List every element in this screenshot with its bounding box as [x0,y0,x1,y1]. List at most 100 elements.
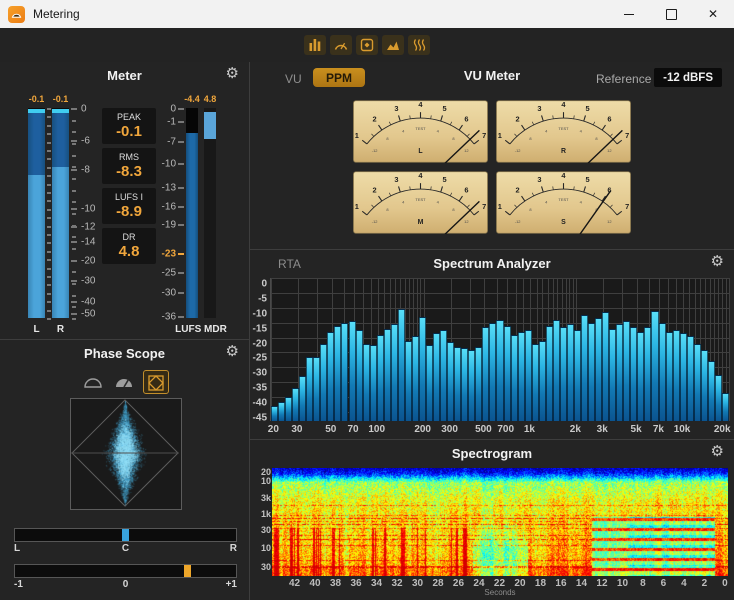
phase-mode-arc-meter[interactable] [81,371,105,393]
lufs-tick-label: -25 [152,267,176,278]
spectrum-bar [567,324,574,421]
spectrum-bar [644,327,651,421]
svg-text:3: 3 [537,104,541,113]
lufs-tick-label: -7 [152,137,176,148]
spectrum-bar [574,330,581,421]
scale-minor-tick [72,201,76,203]
lufs-tick-label: 0 [152,104,176,115]
spectrum-x-tick: 100 [368,424,385,435]
spectrum-x-tick: 500 [475,424,492,435]
toolbar-button-spectrogram[interactable] [408,35,430,55]
spectrum-settings-gear-icon[interactable]: ⚙ [711,254,724,269]
spectrum-bar [285,397,292,421]
spectrum-bar [581,315,588,421]
scale-minor-tick [47,284,51,286]
spectrogram-y-tick: 3k [261,493,271,503]
correlation-label-pos: +1 [226,579,237,590]
spectrogram-settings-gear-icon[interactable]: ⚙ [711,444,724,459]
mdr-fill [204,112,216,139]
spectrum-bar [384,329,391,421]
spectrum-bar [334,326,341,421]
grid-line-v [271,278,272,421]
minimize-button[interactable] [608,0,650,28]
phase-scope-settings-gear-icon[interactable]: ⚙ [226,344,239,359]
toolbar-button-level-meters[interactable] [304,35,326,55]
scale-tick-label: -40 [81,297,95,308]
readout-lufs-i: LUFS I-8.9 [102,188,156,224]
close-icon: ✕ [708,7,718,21]
toolbar-button-vu-meter[interactable] [330,35,352,55]
svg-text:M: M [418,219,424,226]
svg-text:5: 5 [585,175,589,184]
vu-meter-icon [333,37,349,53]
spectrum-bar [320,344,327,421]
grid-line-v [729,278,730,421]
spectrogram-plot [272,468,728,576]
correlation-slider[interactable] [14,564,237,578]
spectrum-x-tick: 300 [441,424,458,435]
spectrum-bar [292,388,299,421]
scale-minor-tick [47,242,51,244]
spectrum-bar [377,335,384,421]
svg-text:3: 3 [394,175,398,184]
spectrum-bar [398,309,405,421]
scale-minor-tick [72,120,76,122]
spectrum-bar [496,320,503,421]
spectrum-x-tick: 3k [597,424,608,435]
spectrum-bar [651,311,658,421]
maximize-button[interactable] [650,0,692,28]
rms-region-fill [28,175,45,318]
readout-label: PEAK [102,112,156,122]
svg-text:TEST: TEST [415,126,426,131]
spectrum-bar [447,342,454,421]
svg-text:5: 5 [585,104,589,113]
spectrum-bar [616,324,623,421]
channel-label-l: L [33,324,39,335]
lufs-tick [178,163,184,165]
scale-minor-tick [47,259,51,261]
svg-text:1: 1 [355,202,359,211]
toolbar-button-spectrum-analyzer[interactable] [382,35,404,55]
correlation-marker[interactable] [184,565,191,577]
spectrum-x-tick: 700 [497,424,514,435]
spectrum-bar [680,333,687,421]
lufs-tick [178,187,184,189]
seconds-axis-label: Seconds [272,588,728,597]
spectrum-x-tick: 70 [347,424,358,435]
spectrum-bar [363,344,370,421]
scale-tick-label: -12 [81,221,95,232]
balance-marker[interactable] [122,529,129,541]
meter-settings-gear-icon[interactable]: ⚙ [226,66,239,81]
spectrum-title: Spectrum Analyzer [250,256,734,271]
scale-minor-tick [72,155,76,157]
lufs-tick [178,206,184,208]
svg-text:6: 6 [607,114,611,123]
spectrum-bar [489,323,496,421]
reference-value[interactable]: -12 dBFS [654,68,722,87]
spectrum-bar [426,345,433,421]
spectrum-bar [602,312,609,421]
lufs-tick-label: -1 [152,117,176,128]
scale-minor-tick [47,234,51,236]
readout-value: -8.3 [102,163,156,180]
lufs-tick-label: -19 [152,220,176,231]
toolbar-button-phase-scope[interactable] [356,35,378,55]
scale-tick-label: 0 [81,104,87,115]
close-button[interactable]: ✕ [692,0,734,28]
phase-mode-gauge-meter[interactable] [112,371,136,393]
spectrum-bar [405,341,412,421]
scale-minor-tick [47,175,51,177]
spectrum-y-tick: 0 [261,279,267,290]
phase-mode-vectorscope[interactable] [143,370,169,394]
balance-slider[interactable] [14,528,237,542]
spectrum-x-tick: 7k [653,424,664,435]
scale-major-tick [71,313,77,315]
spectrum-bar [412,336,419,421]
lufs-tick-label: -30 [152,287,176,298]
spectrum-y-tick: -20 [253,338,267,349]
spectrum-bar [595,318,602,421]
spectrum-x-tick: 50 [325,424,336,435]
svg-text:2: 2 [516,114,520,123]
lufs-tick [178,292,184,294]
spectrum-bar [433,333,440,421]
